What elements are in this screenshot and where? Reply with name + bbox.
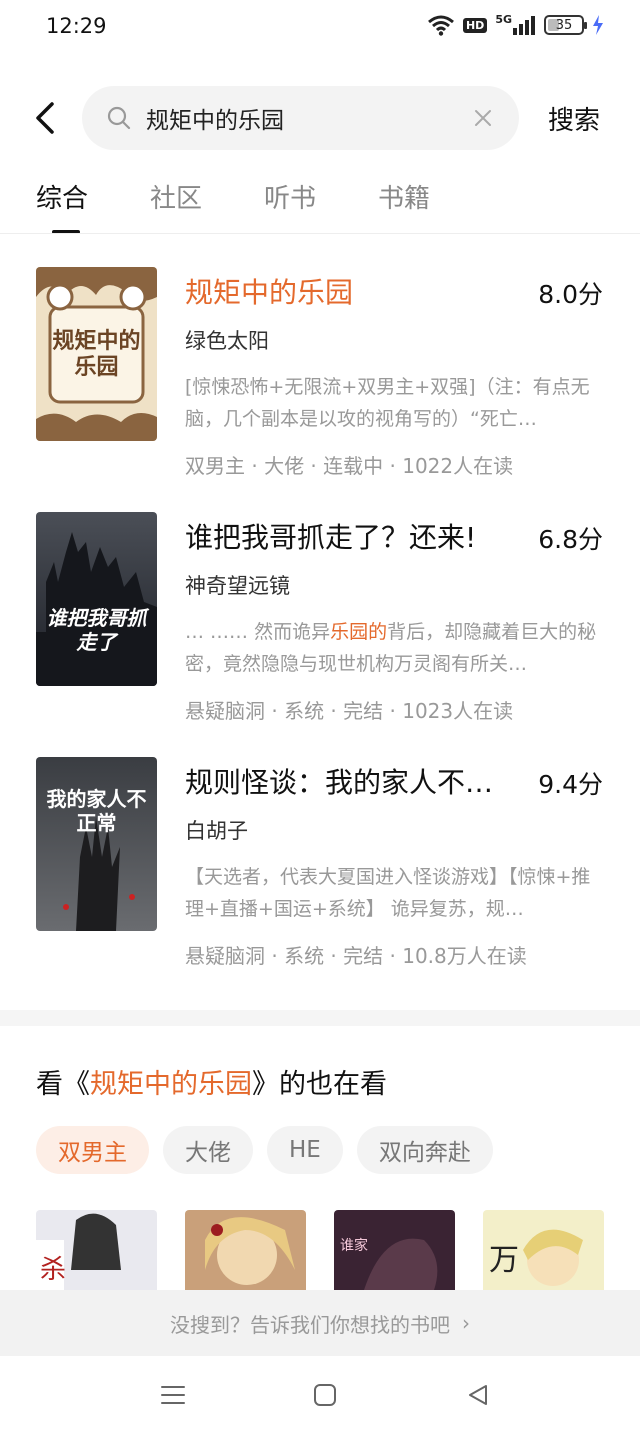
- battery-level: 35: [555, 17, 573, 33]
- chip-he[interactable]: HE: [267, 1126, 343, 1174]
- book-score: 6.8分: [538, 525, 603, 554]
- status-time: 12:29: [46, 14, 107, 38]
- menu-icon: [161, 1386, 185, 1404]
- search-input[interactable]: [146, 105, 471, 131]
- nav-back-button[interactable]: [462, 1380, 492, 1410]
- also-watching-book: 规矩中的乐园: [90, 1069, 252, 1100]
- search-icon: [107, 106, 131, 130]
- battery-icon: 35: [544, 15, 587, 35]
- recommended-book-cover[interactable]: 万: [483, 1210, 604, 1290]
- wifi-icon: [428, 15, 454, 36]
- back-nav-icon: [469, 1385, 487, 1405]
- book-score: 9.4分: [538, 770, 603, 799]
- desc-highlight: 乐园的: [330, 621, 388, 643]
- tag-chips: 双男主 大佬 HE 双向奔赴: [36, 1126, 493, 1174]
- recommended-book-cover[interactable]: [185, 1210, 306, 1290]
- feedback-text: 没搜到？告诉我们你想找的书吧: [170, 1312, 450, 1337]
- status-icons: HD 5G 35: [427, 12, 604, 36]
- search-result-item[interactable]: 规矩中的乐园 规矩中的乐园 8.0分 绿色太阳 [惊悚恐怖+无限流+双男主+双强…: [0, 267, 640, 478]
- book-title: 谁把我哥抓走了？还来!: [185, 521, 477, 554]
- recommended-book-cover[interactable]: 杀: [36, 1210, 157, 1290]
- section-divider: [0, 1010, 640, 1026]
- book-cover: 我的家人不正常: [36, 757, 157, 931]
- book-score: 8.0分: [538, 280, 603, 309]
- tab-community[interactable]: 社区: [150, 178, 202, 215]
- recommended-book-cover[interactable]: 谁家: [334, 1210, 455, 1290]
- tab-comprehensive[interactable]: 综合: [36, 178, 88, 234]
- book-author: 神奇望远镜: [185, 574, 290, 598]
- chip-double-male-lead[interactable]: 双男主: [36, 1126, 149, 1174]
- back-icon: [36, 102, 54, 134]
- book-author: 白胡子: [185, 819, 248, 843]
- chevron-right-icon: ›: [462, 1311, 470, 1335]
- book-description: 【天选者，代表大夏国进入怪谈游戏】【惊悚+推理+直播+国运+系统】 诡异复苏，规…: [185, 866, 591, 920]
- home-button[interactable]: [310, 1380, 340, 1410]
- search-submit-button[interactable]: 搜索: [548, 100, 600, 137]
- svg-text:杀: 杀: [40, 1255, 66, 1285]
- home-icon: [314, 1384, 336, 1406]
- status-bar: 12:29 HD 5G 35: [0, 0, 640, 56]
- book-title: 规则怪谈：我的家人不…: [185, 766, 494, 799]
- book-author: 绿色太阳: [185, 329, 269, 353]
- search-result-item[interactable]: 我的家人不正常 规则怪谈：我的家人不… 9.4分 白胡子 【天选者，代表大夏国进…: [0, 757, 640, 968]
- chip-big-shot[interactable]: 大佬: [163, 1126, 253, 1174]
- tab-audiobooks[interactable]: 听书: [264, 178, 316, 215]
- svg-text:万: 万: [489, 1243, 519, 1278]
- book-cover: 规矩中的乐园: [36, 267, 157, 441]
- hd-badge: HD: [462, 17, 488, 33]
- book-description: [惊悚恐怖+无限流+双男主+双强]（注：有点无脑，几个副本是以攻的视角写的）“死…: [185, 376, 590, 430]
- signal-icon: [513, 16, 535, 35]
- network-label: 5G: [495, 12, 512, 26]
- book-cover: 谁把我哥抓走了: [36, 512, 157, 686]
- also-watching-title: 看《规矩中的乐园》的也在看: [36, 1062, 387, 1101]
- tab-divider: [0, 233, 640, 234]
- book-meta: 悬疑脑洞 · 系统 · 完结 · 10.8万人在读: [185, 944, 527, 968]
- book-meta: 悬疑脑洞 · 系统 · 完结 · 1023人在读: [185, 699, 514, 723]
- also-watching-prefix: 看《: [36, 1069, 90, 1100]
- back-button[interactable]: [28, 98, 62, 138]
- menu-button[interactable]: [158, 1380, 188, 1410]
- cover-title: 谁把我哥抓走了: [46, 606, 147, 654]
- cover-title: 规矩中的乐园: [52, 329, 141, 380]
- svg-text:谁家: 谁家: [340, 1237, 368, 1254]
- search-box[interactable]: [82, 86, 519, 150]
- clear-button[interactable]: [471, 106, 495, 130]
- tab-books[interactable]: 书籍: [378, 178, 430, 215]
- charging-icon: [593, 15, 603, 35]
- book-description: … …… 然而诡异乐园的背后，却隐藏着巨大的秘密，竟然隐隐与现世机构万灵阁有所关…: [185, 616, 605, 680]
- chip-mutual-love[interactable]: 双向奔赴: [356, 1126, 493, 1174]
- also-watching-suffix: 》的也在看: [252, 1069, 387, 1100]
- clear-icon: [475, 110, 491, 126]
- book-meta: 双男主 · 大佬 · 连载中 · 1022人在读: [185, 454, 514, 478]
- cover-title: 我的家人不正常: [46, 787, 147, 835]
- tab-bar: 综合 社区 听书 书籍: [36, 178, 492, 234]
- desc-part: … …… 然而诡异: [185, 621, 331, 643]
- search-result-item[interactable]: 谁把我哥抓走了 谁把我哥抓走了？还来! 6.8分 神奇望远镜 … …… 然而诡异…: [0, 512, 640, 723]
- book-title: 规矩中的乐园: [185, 276, 354, 309]
- feedback-bar[interactable]: 没搜到？告诉我们你想找的书吧 ›: [0, 1290, 640, 1356]
- system-nav-bar: [0, 1356, 640, 1433]
